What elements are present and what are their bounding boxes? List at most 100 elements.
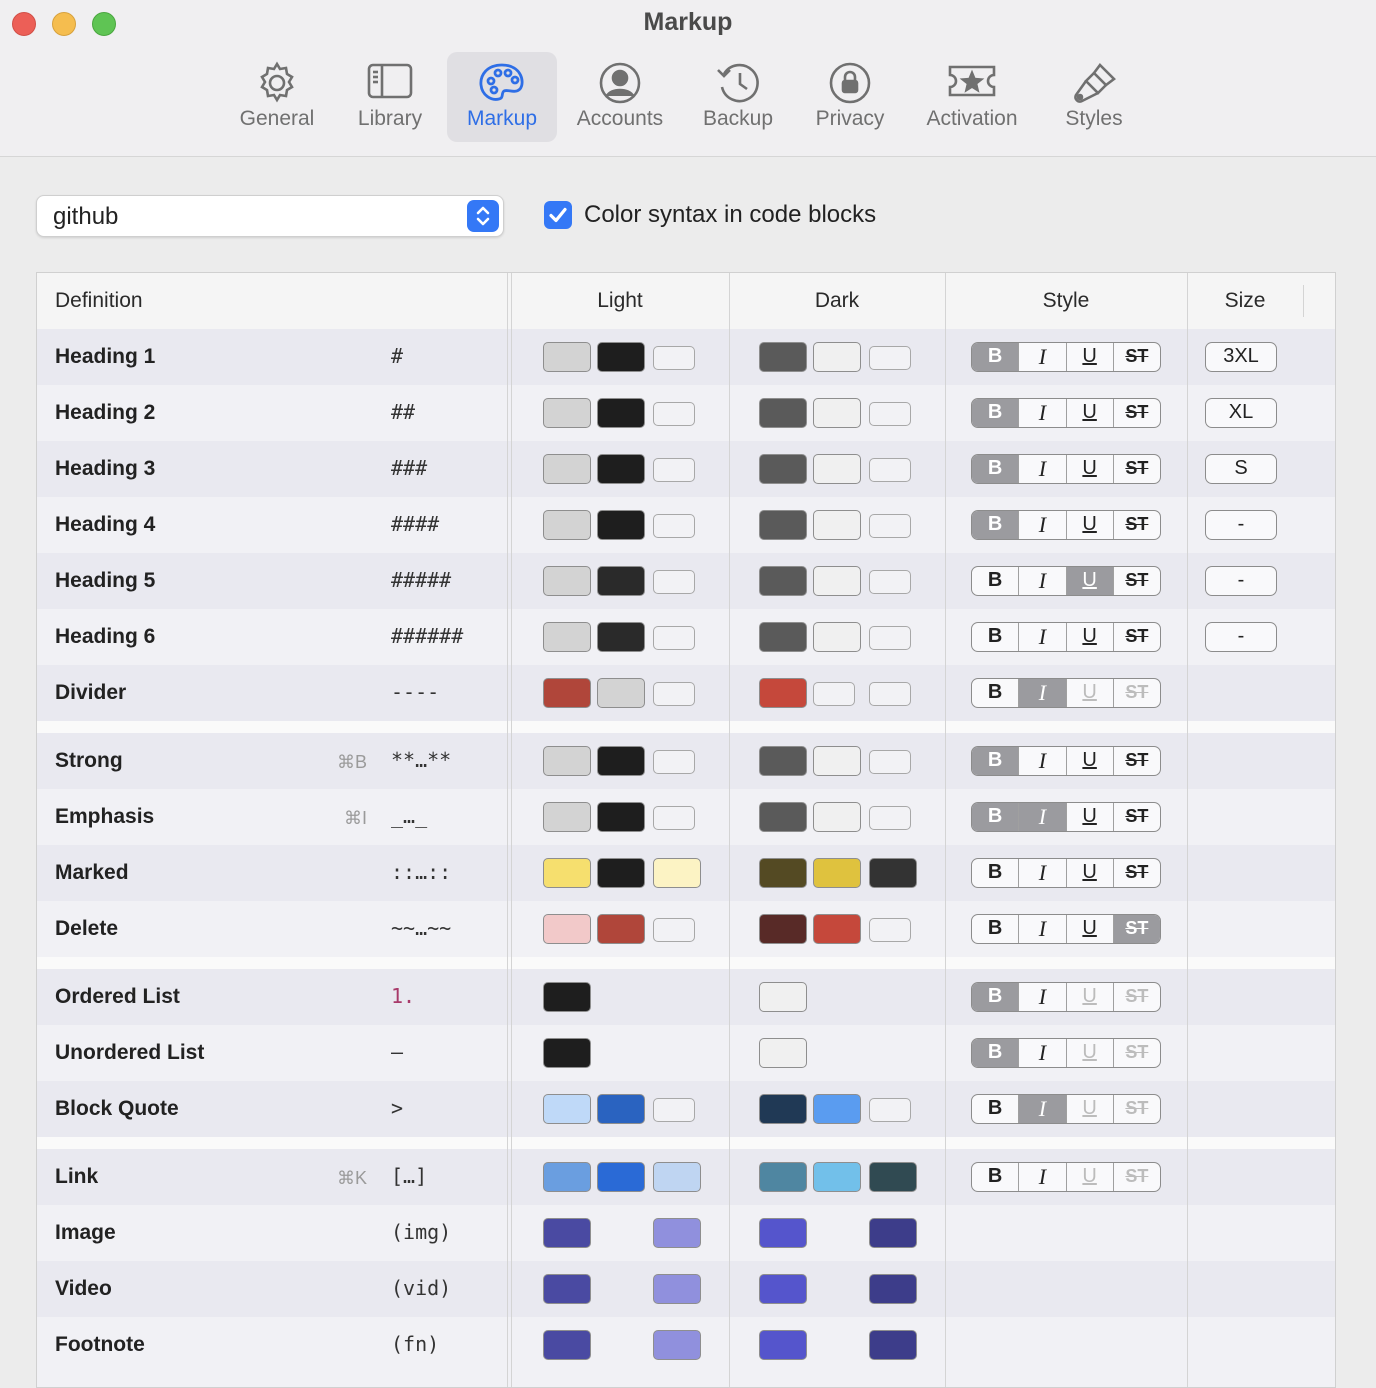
bold-toggle[interactable]: B	[972, 803, 1020, 831]
light-color-well[interactable]	[543, 1218, 591, 1248]
dark-color-well-empty[interactable]	[869, 570, 911, 594]
light-color-well[interactable]	[543, 622, 591, 652]
strikethrough-toggle[interactable]: ST	[1114, 747, 1160, 775]
light-color-well[interactable]	[597, 454, 645, 484]
dark-color-well[interactable]	[759, 342, 807, 372]
underline-toggle[interactable]: U	[1067, 1163, 1114, 1191]
table-row-heading-5[interactable]: Heading 5 ##### B I U ST -	[37, 553, 1335, 609]
italic-toggle[interactable]: I	[1019, 623, 1067, 651]
table-row-heading-4[interactable]: Heading 4 #### B I U ST -	[37, 497, 1335, 553]
dark-color-well[interactable]	[813, 858, 861, 888]
italic-toggle[interactable]: I	[1019, 983, 1067, 1011]
dark-color-well-empty[interactable]	[869, 346, 911, 370]
light-color-well[interactable]	[597, 1162, 645, 1192]
light-color-well-empty[interactable]	[653, 346, 695, 370]
strikethrough-toggle[interactable]: ST	[1114, 399, 1160, 427]
dark-color-well[interactable]	[759, 566, 807, 596]
dark-color-well-empty[interactable]	[869, 514, 911, 538]
italic-toggle[interactable]: I	[1019, 343, 1067, 371]
size-popup-button[interactable]: S	[1205, 454, 1277, 484]
italic-toggle[interactable]: I	[1019, 1039, 1067, 1067]
dark-color-well[interactable]	[759, 622, 807, 652]
light-color-well-empty[interactable]	[653, 458, 695, 482]
light-color-well-empty[interactable]	[653, 806, 695, 830]
italic-toggle[interactable]: I	[1019, 511, 1067, 539]
column-header-size[interactable]: Size	[1187, 289, 1303, 313]
bold-toggle[interactable]: B	[972, 983, 1020, 1011]
dark-color-well[interactable]	[759, 1162, 807, 1192]
tab-markup[interactable]: Markup	[447, 52, 557, 142]
strikethrough-toggle[interactable]: ST	[1114, 983, 1160, 1011]
underline-toggle[interactable]: U	[1067, 511, 1114, 539]
light-color-well[interactable]	[543, 1274, 591, 1304]
underline-toggle[interactable]: U	[1067, 399, 1114, 427]
bold-toggle[interactable]: B	[972, 399, 1020, 427]
underline-toggle[interactable]: U	[1067, 455, 1114, 483]
bold-toggle[interactable]: B	[972, 1039, 1020, 1067]
bold-toggle[interactable]: B	[972, 1163, 1020, 1191]
bold-toggle[interactable]: B	[972, 623, 1020, 651]
light-color-well-empty[interactable]	[653, 750, 695, 774]
bold-toggle[interactable]: B	[972, 1095, 1020, 1123]
strikethrough-toggle[interactable]: ST	[1114, 511, 1160, 539]
color-syntax-checkbox[interactable]	[544, 201, 572, 229]
size-popup-button[interactable]: -	[1205, 510, 1277, 540]
strikethrough-toggle[interactable]: ST	[1114, 1039, 1160, 1067]
strikethrough-toggle[interactable]: ST	[1114, 1163, 1160, 1191]
dark-color-well-empty[interactable]	[869, 402, 911, 426]
dark-color-well[interactable]	[869, 1330, 917, 1360]
bold-toggle[interactable]: B	[972, 915, 1020, 943]
dark-color-well-empty[interactable]	[869, 918, 911, 942]
dark-color-well[interactable]	[813, 510, 861, 540]
dark-color-well[interactable]	[759, 746, 807, 776]
italic-toggle[interactable]: I	[1019, 455, 1067, 483]
bold-toggle[interactable]: B	[972, 567, 1020, 595]
light-color-well[interactable]	[543, 1330, 591, 1360]
dark-color-well[interactable]	[759, 1274, 807, 1304]
dark-color-well[interactable]	[869, 858, 917, 888]
dark-color-well[interactable]	[813, 622, 861, 652]
underline-toggle[interactable]: U	[1067, 623, 1114, 651]
light-color-well[interactable]	[653, 1330, 701, 1360]
light-color-well-empty[interactable]	[653, 514, 695, 538]
italic-toggle[interactable]: I	[1019, 399, 1067, 427]
strikethrough-toggle[interactable]: ST	[1114, 567, 1160, 595]
dark-color-well[interactable]	[813, 802, 861, 832]
light-color-well[interactable]	[597, 342, 645, 372]
strikethrough-toggle[interactable]: ST	[1113, 915, 1160, 943]
dark-color-well[interactable]	[813, 342, 861, 372]
tab-privacy[interactable]: Privacy	[802, 52, 898, 142]
underline-toggle[interactable]: U	[1067, 1095, 1114, 1123]
light-color-well[interactable]	[543, 1162, 591, 1192]
dark-color-well[interactable]	[813, 1094, 861, 1124]
column-header-light[interactable]: Light	[511, 289, 729, 313]
italic-toggle[interactable]: I	[1019, 747, 1067, 775]
table-row-block-quote[interactable]: Block Quote > B I U ST	[37, 1081, 1335, 1137]
light-color-well-empty[interactable]	[653, 682, 695, 706]
dark-color-well[interactable]	[759, 914, 807, 944]
light-color-well[interactable]	[543, 802, 591, 832]
light-color-well[interactable]	[543, 342, 591, 372]
light-color-well[interactable]	[543, 454, 591, 484]
dark-color-well[interactable]	[813, 566, 861, 596]
underline-toggle[interactable]: U	[1067, 983, 1114, 1011]
underline-toggle[interactable]: U	[1067, 679, 1114, 707]
dark-color-well-empty[interactable]	[869, 458, 911, 482]
column-header-style[interactable]: Style	[945, 289, 1187, 313]
table-row-heading-2[interactable]: Heading 2 ## B I U ST XL	[37, 385, 1335, 441]
dark-color-well[interactable]	[759, 982, 807, 1012]
italic-toggle[interactable]: I	[1019, 679, 1067, 707]
light-color-well[interactable]	[597, 398, 645, 428]
light-color-well-empty[interactable]	[653, 1098, 695, 1122]
light-color-well[interactable]	[597, 914, 645, 944]
dark-color-well[interactable]	[759, 858, 807, 888]
dark-color-well-empty[interactable]	[869, 682, 911, 706]
light-color-well[interactable]	[543, 858, 591, 888]
table-row-image[interactable]: Image (img)	[37, 1205, 1335, 1261]
bold-toggle[interactable]: B	[972, 511, 1020, 539]
light-color-well[interactable]	[597, 802, 645, 832]
strikethrough-toggle[interactable]: ST	[1114, 623, 1160, 651]
italic-toggle[interactable]: I	[1019, 915, 1067, 943]
dark-color-well[interactable]	[869, 1274, 917, 1304]
bold-toggle[interactable]: B	[972, 679, 1020, 707]
